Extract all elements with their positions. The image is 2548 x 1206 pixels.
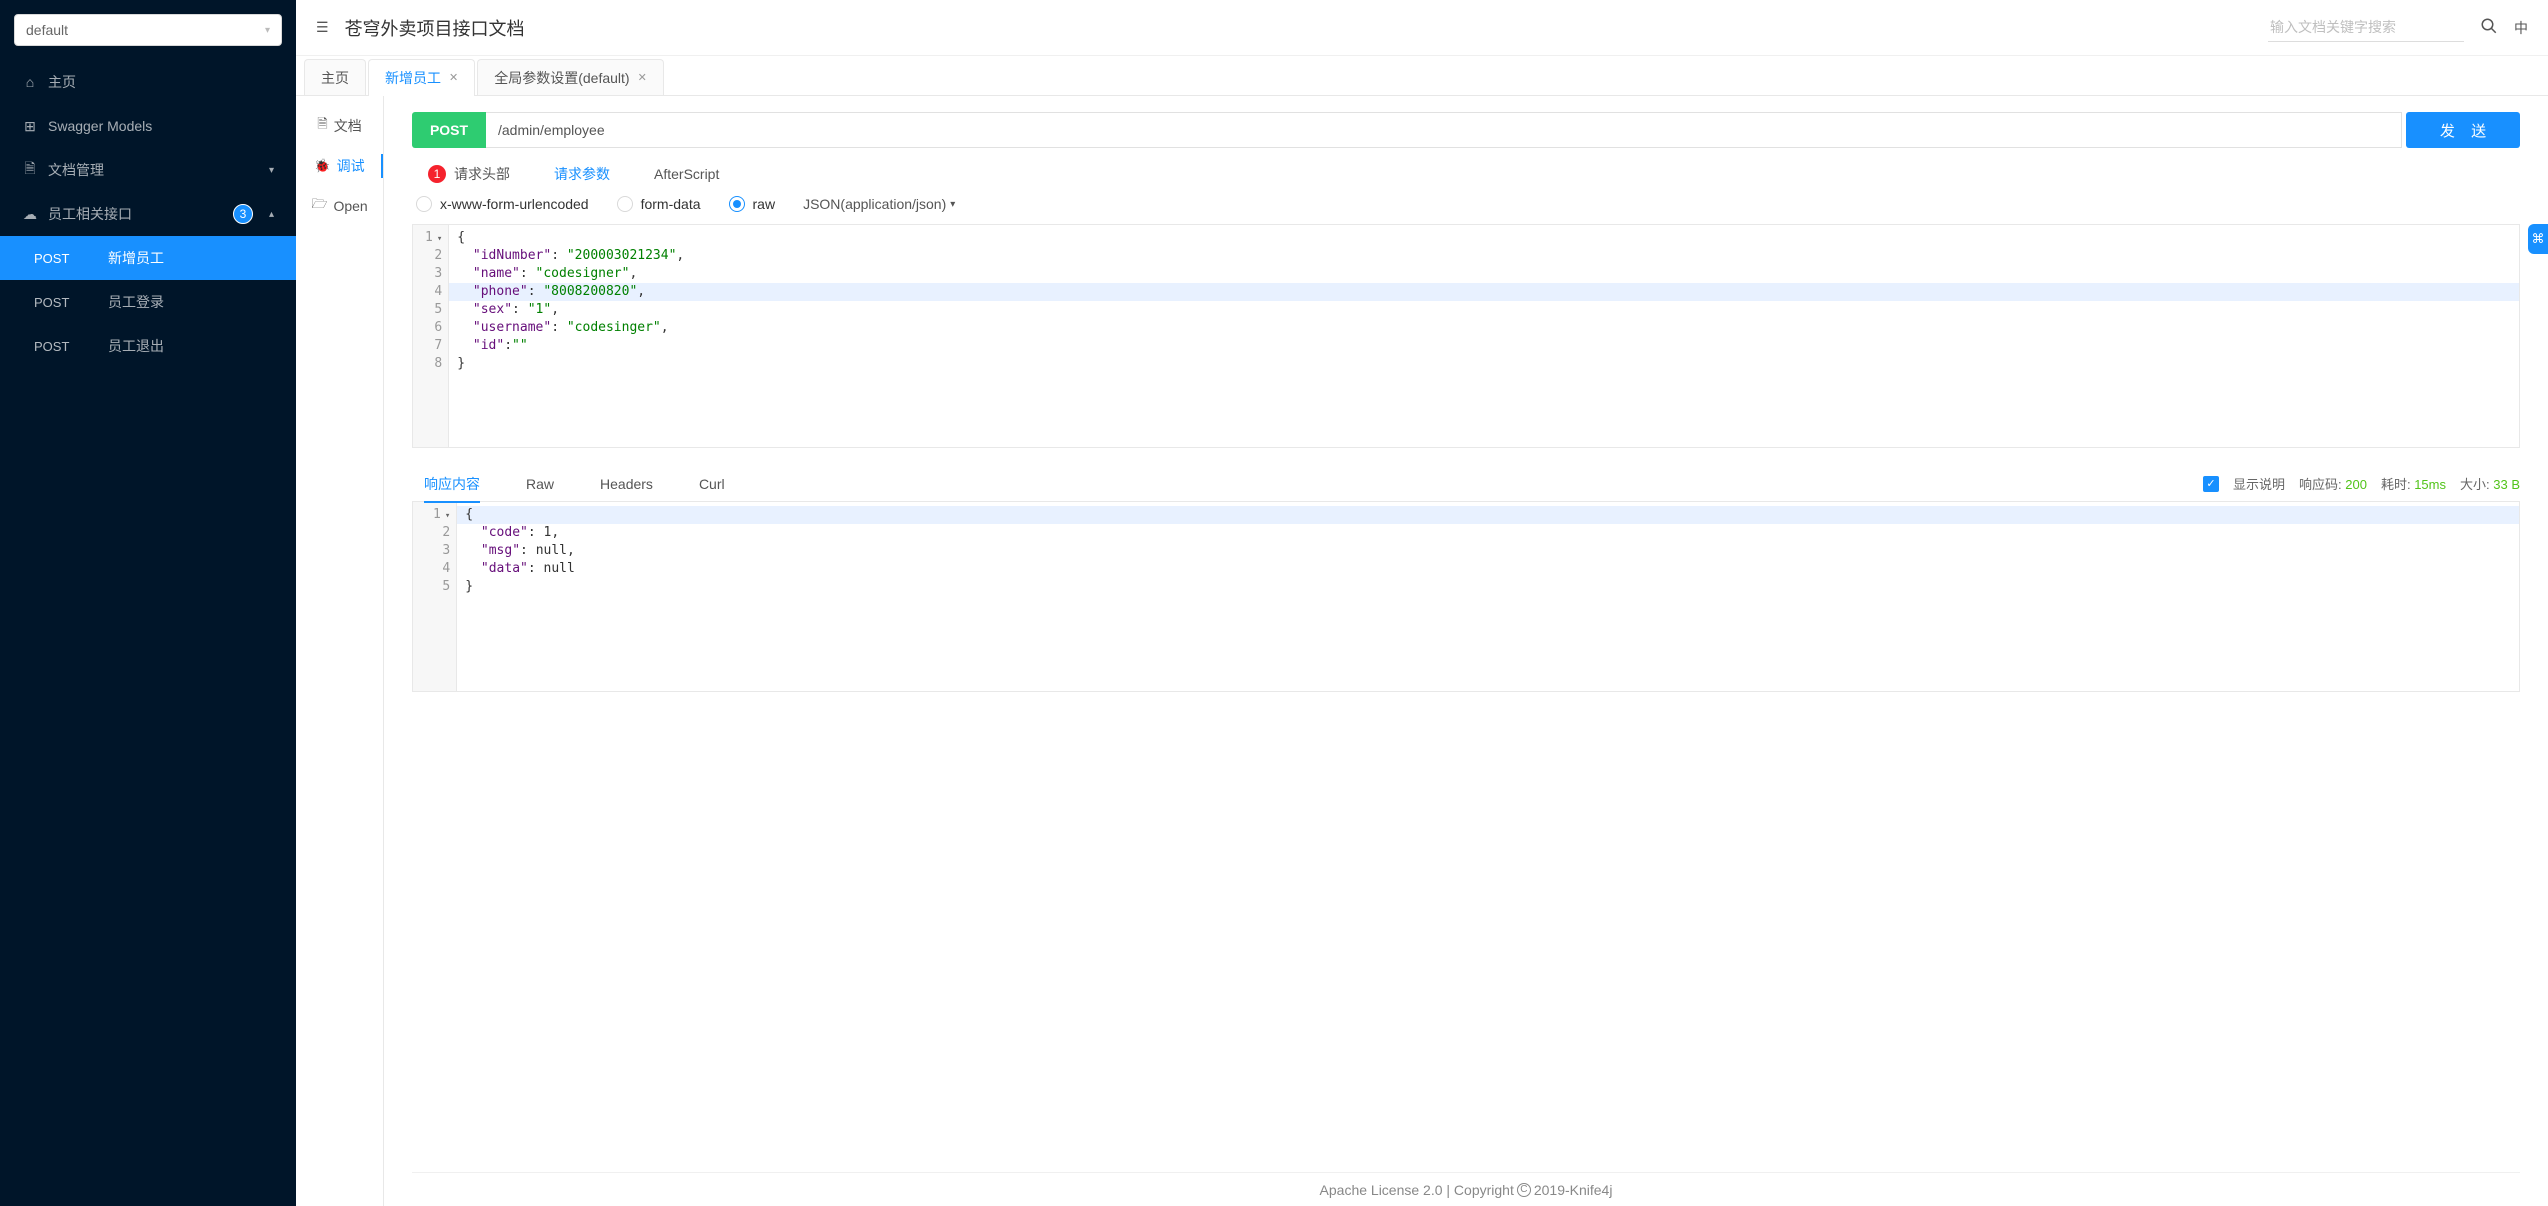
mini-nav-item[interactable]: 🗁Open xyxy=(296,186,383,226)
radio-urlencoded[interactable]: x-www-form-urlencoded xyxy=(416,196,589,212)
subtab-label: 请求头部 xyxy=(454,164,510,184)
response-time: 15ms xyxy=(2414,477,2446,492)
response-tab[interactable]: Curl xyxy=(699,466,725,502)
response-tab[interactable]: Headers xyxy=(600,466,653,502)
radio-formdata[interactable]: form-data xyxy=(617,196,701,212)
search-icon[interactable] xyxy=(2480,17,2498,38)
tab[interactable]: 新增员工✕ xyxy=(368,59,475,95)
topbar: ☰ 苍穹外卖项目接口文档 中 xyxy=(296,0,2548,56)
nav-swagger-models[interactable]: ⊞ Swagger Models xyxy=(0,104,296,148)
mini-nav-icon: 🗎 xyxy=(317,115,327,137)
mini-nav-icon: 🗁 xyxy=(311,195,327,217)
nav-label: 文档管理 xyxy=(48,160,104,180)
models-icon: ⊞ xyxy=(22,118,38,134)
response-header: 响应内容RawHeadersCurl ✓ 显示说明 响应码: 200 耗时: 1… xyxy=(412,466,2520,502)
checkbox-show-desc[interactable]: ✓ xyxy=(2203,476,2219,492)
tab-bar: 主页新增员工✕全局参数设置(default)✕ xyxy=(296,56,2548,96)
footer: Apache License 2.0 | Copyright C 2019-Kn… xyxy=(412,1172,2520,1206)
count-badge: 3 xyxy=(233,204,253,224)
http-method: POST xyxy=(34,339,82,354)
content-type-select[interactable]: JSON(application/json) ▾ xyxy=(803,196,955,212)
tab[interactable]: 全局参数设置(default)✕ xyxy=(477,59,664,95)
request-subtabs: 1 请求头部 请求参数 AfterScript xyxy=(412,156,2520,196)
project-select-value: default xyxy=(26,22,68,38)
api-name: 员工登录 xyxy=(108,292,164,312)
mini-nav-item[interactable]: 🐞调试 xyxy=(296,146,383,186)
page-title: 苍穹外卖项目接口文档 xyxy=(345,15,2252,41)
http-method: POST xyxy=(34,295,82,310)
response-size: 33 B xyxy=(2493,477,2520,492)
chevron-up-icon: ▴ xyxy=(269,209,274,220)
header-count-badge: 1 xyxy=(428,165,446,183)
subtab-label: 请求参数 xyxy=(554,164,610,184)
cloud-icon: ☁ xyxy=(22,206,38,222)
sidebar-api-item[interactable]: POST 新增员工 xyxy=(0,236,296,280)
http-method-label: POST xyxy=(412,112,486,148)
status-code: 200 xyxy=(2345,477,2367,492)
tab[interactable]: 主页 xyxy=(304,59,366,95)
copyright-icon: C xyxy=(1517,1183,1531,1197)
response-tab[interactable]: 响应内容 xyxy=(424,466,480,502)
nav-label: Swagger Models xyxy=(48,118,152,134)
mini-nav-item[interactable]: 🗎文档 xyxy=(296,106,383,146)
request-url-row: POST 发 送 xyxy=(412,112,2520,148)
response-tab[interactable]: Raw xyxy=(526,466,554,502)
api-name: 新增员工 xyxy=(108,248,164,268)
nav-label: 主页 xyxy=(48,72,76,92)
api-name: 员工退出 xyxy=(108,336,164,356)
search-input[interactable] xyxy=(2268,13,2464,42)
chevron-down-icon: ▾ xyxy=(950,199,955,210)
sidebar-api-item[interactable]: POST 员工登录 xyxy=(0,280,296,324)
lang-toggle[interactable]: 中 xyxy=(2514,18,2528,38)
nav-home[interactable]: ⌂ 主页 xyxy=(0,60,296,104)
chevron-down-icon: ▾ xyxy=(265,25,270,36)
nav-employee-api[interactable]: ☁ 员工相关接口 3 ▴ xyxy=(0,192,296,236)
request-body-editor[interactable]: 1▾2345678 { "idNumber": "200003021234", … xyxy=(412,224,2520,448)
subtab-afterscript[interactable]: AfterScript xyxy=(654,166,719,182)
subtab-headers[interactable]: 1 请求头部 xyxy=(428,164,510,184)
home-icon: ⌂ xyxy=(22,74,38,90)
show-desc-label: 显示说明 xyxy=(2233,474,2285,493)
right-drawer-handle[interactable]: ⌘ xyxy=(2528,224,2548,254)
subtab-label: AfterScript xyxy=(654,166,719,182)
doc-icon: 🗎 xyxy=(22,162,38,178)
response-body-editor[interactable]: 1▾2345 { "code": 1, "msg": null, "data":… xyxy=(412,502,2520,692)
sidebar-api-item[interactable]: POST 员工退出 xyxy=(0,324,296,368)
nav-doc-manage[interactable]: 🗎 文档管理 ▾ xyxy=(0,148,296,192)
radio-raw[interactable]: raw xyxy=(729,196,776,212)
subtab-params[interactable]: 请求参数 xyxy=(554,164,610,184)
http-method: POST xyxy=(34,251,82,266)
mini-nav-icon: 🐞 xyxy=(314,158,330,174)
chevron-down-icon: ▾ xyxy=(269,165,274,176)
body-type-row: x-www-form-urlencoded form-data raw JSON… xyxy=(412,196,2520,224)
close-icon[interactable]: ✕ xyxy=(449,71,458,84)
nav-label: 员工相关接口 xyxy=(48,204,132,224)
close-icon[interactable]: ✕ xyxy=(638,71,647,84)
send-button[interactable]: 发 送 xyxy=(2406,112,2520,148)
mini-nav: 🗎文档🐞调试🗁Open xyxy=(296,96,384,1206)
menu-toggle-icon[interactable]: ☰ xyxy=(316,19,329,36)
url-input[interactable] xyxy=(486,112,2402,148)
project-select[interactable]: default ▾ xyxy=(14,14,282,46)
sidebar: default ▾ ⌂ 主页 ⊞ Swagger Models 🗎 文档管理 ▾… xyxy=(0,0,296,1206)
